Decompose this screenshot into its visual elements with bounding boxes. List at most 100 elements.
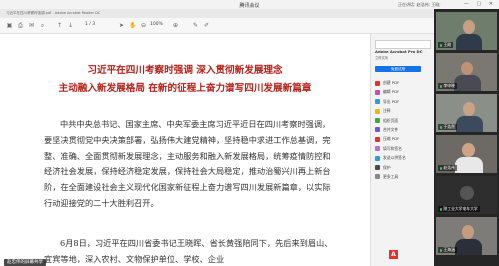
tool-item[interactable]: 编辑 PDF	[375, 87, 406, 96]
participant-name: 赵浩伟	[443, 165, 455, 170]
participant-tile[interactable]: 王刚	[436, 12, 497, 50]
participant-name-tag: 王刚	[438, 42, 454, 48]
print-icon[interactable]: ⎙	[17, 22, 24, 29]
tool-icon	[375, 99, 380, 105]
tool-icon	[375, 174, 380, 180]
tool-label: 合并文件	[383, 126, 399, 132]
email-icon[interactable]: ✉	[28, 22, 35, 29]
next-page-icon[interactable]: ↓	[67, 22, 74, 29]
participant-tile[interactable]: 王海涵	[436, 217, 497, 255]
participant-avatar	[460, 186, 474, 200]
tool-item[interactable]: 压缩 PDF	[375, 134, 406, 143]
participant-face	[462, 143, 475, 157]
tool-icon	[375, 165, 380, 171]
participant-face	[463, 20, 475, 34]
participant-name-tag: 于浩然	[438, 124, 457, 130]
participant-tile[interactable]: 李申晓	[436, 53, 497, 91]
tool-item[interactable]: 填写和签名	[375, 144, 406, 153]
zoom-in-icon[interactable]: ⊕	[172, 22, 179, 29]
tool-label: 导出 PDF	[383, 98, 400, 104]
participant-name: 王海涵	[443, 247, 455, 252]
tool-label: 编辑 PDF	[383, 89, 400, 95]
participant-name-tag: 李申晓	[438, 83, 457, 89]
participant-name: 王刚	[443, 42, 452, 47]
tool-icon	[375, 89, 380, 95]
promo-subtitle: 立即试用	[375, 56, 388, 60]
tool-label: 创建 PDF	[383, 80, 400, 85]
mic-icon	[440, 125, 442, 129]
tool-icon	[375, 146, 380, 152]
participant-face	[461, 62, 473, 75]
participant-face	[462, 225, 474, 239]
prev-page-icon[interactable]: ↑	[56, 22, 63, 29]
window-controls[interactable]: — ▢ ✕	[464, 1, 496, 7]
document-title-line2: 主动融入新发展格局 在新的征程上奋力谱写四川发展新篇章	[58, 83, 312, 94]
participant-tile[interactable]: 于浩然	[436, 94, 497, 132]
participant-body	[454, 75, 481, 91]
tools-search-input[interactable]	[375, 40, 431, 49]
acrobat-toolbar: ▣ ⎙ ✉ ⌕ ↑ ↓ 1 / 3 ➤ ✋ ⊖ 100% ⊕ ✎ ✐	[0, 18, 434, 34]
participant-tile[interactable]: 赵浩伟	[436, 135, 497, 173]
tool-label: 压缩 PDF	[383, 136, 400, 142]
acrobat-tools-panel: Adobe Acrobat Pro DC 立即试用 免费试用 创建 PDF 编辑 …	[370, 34, 434, 266]
tool-item[interactable]: 保护	[375, 163, 406, 172]
tool-label: 发送以供签名	[383, 155, 406, 161]
screen-share-label: 赵忠伟的屏幕共享	[4, 259, 46, 266]
screen-share-label-text: 赵忠伟的屏幕共享	[7, 260, 43, 265]
participant-name: 于浩然	[443, 124, 455, 129]
participant-tile[interactable]: 陕工业大学电车大学	[436, 176, 497, 214]
participant-body	[456, 34, 482, 50]
tool-icon	[375, 155, 380, 161]
participant-name: 李申晓	[443, 83, 455, 88]
participant-name-tag: 赵浩伟	[438, 165, 457, 171]
page-number[interactable]: 1 / 3	[85, 22, 95, 27]
mic-icon	[440, 248, 442, 252]
zoom-out-icon[interactable]: ⊖	[140, 22, 147, 29]
tool-icon	[375, 108, 380, 114]
tool-item[interactable]: 创建 PDF	[375, 78, 406, 87]
participant-video-list: 王刚 李申晓 于浩然 赵浩伟 陕工业大学电车大学 王海涵	[434, 9, 499, 266]
tool-label: 注释	[383, 108, 391, 114]
tool-item[interactable]: 更多工具	[375, 172, 406, 181]
tool-icon	[375, 118, 380, 124]
document-paragraph-2: 6月8日，习近平在四川省委书记王晓晖、省长黄强陪同下，先后来到眉山、宜宾等地，深…	[44, 238, 333, 264]
promo-title: Adobe Acrobat Pro DC	[375, 49, 423, 54]
tool-label: 组织页面	[383, 117, 399, 123]
document-title-line1: 习近平在四川考察时强调 深入贯彻新发展理念	[87, 65, 283, 76]
tool-item[interactable]: 注释	[375, 106, 406, 115]
mic-icon	[440, 43, 442, 47]
tool-label: 填写和签名	[383, 145, 402, 151]
tool-item[interactable]: 合并文件	[375, 125, 406, 134]
tool-icon	[375, 80, 380, 86]
tools-list: 创建 PDF 编辑 PDF 导出 PDF 注释组织页面合并文件压缩 PDF 填写和签名发…	[375, 78, 406, 181]
zoom-level[interactable]: 100%	[150, 22, 163, 27]
tool-item[interactable]: 导出 PDF	[375, 97, 406, 106]
participant-name: 陕工业大学电车大学	[443, 206, 478, 211]
adobe-logo-icon: A	[389, 250, 398, 259]
save-icon[interactable]: ▣	[6, 22, 13, 29]
tool-icon	[375, 127, 380, 133]
tool-label: 保护	[383, 164, 391, 170]
participant-body	[455, 157, 483, 173]
participant-face	[463, 102, 475, 116]
tool-item[interactable]: 发送以供签名	[375, 153, 406, 162]
mic-icon	[440, 166, 442, 170]
comment-icon[interactable]: ✎	[192, 22, 199, 29]
participant-body	[455, 239, 482, 255]
hand-tool-icon[interactable]: ✋	[129, 22, 136, 29]
shared-screen: 习近平在四川考察时强调.pdf - Adobe Acrobat Reader D…	[0, 9, 434, 266]
document-paragraph-1: 中共中央总书记、国家主席、中央军委主席习近平近日在四川考察时强调，要坚决贯彻党中…	[44, 119, 331, 208]
pdf-page: 习近平在四川考察时强调 深入贯彻新发展理念 主动融入新发展格局 在新的征程上奋力…	[0, 34, 370, 266]
highlight-icon[interactable]: ✐	[203, 22, 210, 29]
select-tool-icon[interactable]: ➤	[118, 22, 125, 29]
participant-name-tag: 陕工业大学电车大学	[438, 206, 480, 212]
tool-icon	[375, 136, 380, 142]
speaking-status: 正在讲话: 赵浩伟; 王刚;	[398, 2, 441, 7]
participant-body	[456, 116, 483, 132]
search-icon[interactable]: ⌕	[39, 22, 46, 29]
mic-icon	[440, 84, 442, 88]
mic-icon	[440, 207, 442, 211]
tool-item[interactable]: 组织页面	[375, 116, 406, 125]
participant-name-tag: 王海涵	[438, 247, 457, 253]
free-trial-button[interactable]: 免费试用	[375, 66, 421, 72]
